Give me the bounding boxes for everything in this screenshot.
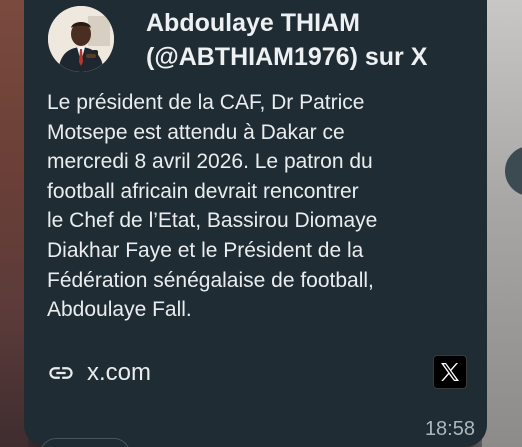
x-logo-icon	[433, 355, 467, 389]
message-text: Le président de la CAF, Dr Patrice Motse…	[47, 91, 378, 322]
reaction-button[interactable]	[40, 438, 130, 447]
link-preview[interactable]: x.com	[47, 357, 151, 389]
background-wallpaper-right	[482, 0, 522, 447]
message-author[interactable]: Abdoulaye THIAM (@ABTHIAM1976) sur X	[146, 6, 476, 74]
avatar[interactable]	[48, 6, 114, 72]
link-text[interactable]: x.com	[87, 359, 151, 387]
link-icon	[47, 359, 75, 387]
chat-screen: Abdoulaye THIAM (@ABTHIAM1976) sur X Le …	[0, 0, 522, 447]
message-time: 18:58	[424, 418, 475, 440]
